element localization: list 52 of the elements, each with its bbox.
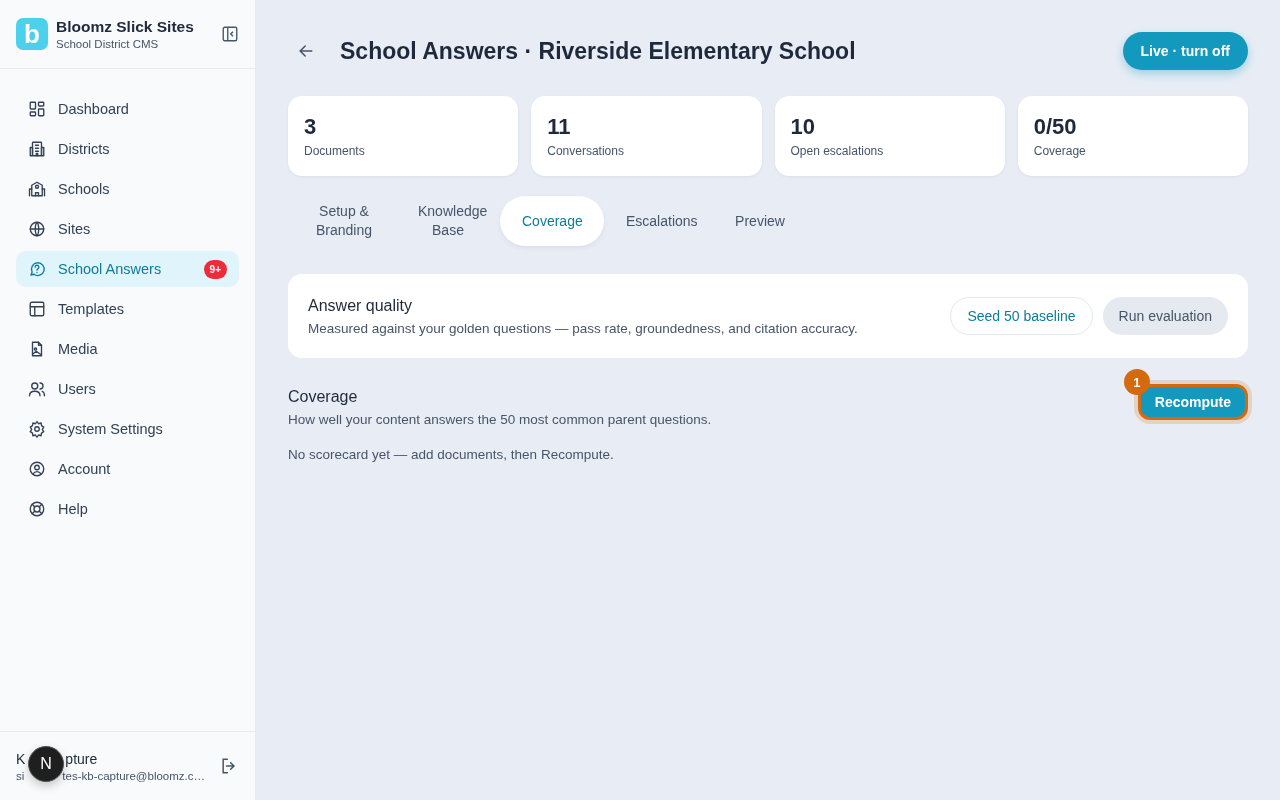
brand-name: Bloomz Slick Sites xyxy=(56,18,195,36)
nav-item[interactable]: Account xyxy=(16,451,239,487)
card-description: Measured against your golden questions — pass rate, groundedness, and citation accuracy. xyxy=(308,320,859,336)
nav-item[interactable]: Help xyxy=(16,491,239,527)
count-badge: 9+ xyxy=(203,259,227,279)
nav-item[interactable]: School Answers 9+ xyxy=(16,251,239,287)
section-title: Coverage xyxy=(288,388,359,406)
tab[interactable]: Escalations xyxy=(604,196,708,246)
card-title: Answer quality xyxy=(308,296,414,315)
lifebuoy-icon xyxy=(28,500,46,518)
stat-value: 3 xyxy=(304,114,318,140)
stat-value: 0/50 xyxy=(1033,114,1078,140)
user-circle-icon xyxy=(28,460,46,478)
building-icon xyxy=(28,140,46,158)
grid-icon xyxy=(28,100,46,118)
evaluation-button[interactable]: Run evaluation xyxy=(1102,297,1228,335)
stat-label: Open escalations xyxy=(790,144,885,158)
annotation-marker: 1 xyxy=(1123,369,1150,395)
user-name: K xyxy=(16,750,26,767)
nav-item[interactable]: Schools xyxy=(16,171,239,207)
nav-item[interactable]: Sites xyxy=(16,211,239,247)
nav-item[interactable]: Dashboard xyxy=(16,91,239,127)
stat-label: Coverage xyxy=(1033,144,1087,158)
stat-value: 11 xyxy=(547,114,572,140)
nav-item[interactable]: Templates xyxy=(16,291,239,327)
globe-icon xyxy=(28,220,46,238)
brand-logo: b xyxy=(16,18,48,50)
user-email: tes-kb-capture@bloomz.c… xyxy=(62,769,205,782)
tab[interactable]: Setup & Branding xyxy=(292,196,396,246)
user-email: si xyxy=(16,769,25,782)
tab[interactable]: Coverage xyxy=(500,196,604,246)
nav-item[interactable]: Districts xyxy=(16,131,239,167)
tab[interactable]: Preview xyxy=(708,196,812,246)
stat-label: Conversations xyxy=(547,144,625,158)
stat-value: 10 xyxy=(790,114,816,140)
brand-subtitle: School District CMS xyxy=(56,38,160,50)
page-title: School Answers · Riverside Elementary School xyxy=(340,37,857,65)
user-name: pture xyxy=(65,750,98,767)
stat-label: Documents xyxy=(304,144,366,158)
section-description: How well your content answers the 50 most common parent questions. xyxy=(288,412,713,427)
users-icon xyxy=(28,380,46,398)
empty-state-text: No scorecard yet — add documents, then Recompute. xyxy=(288,447,615,462)
settings-icon xyxy=(28,420,46,438)
question-chat-icon xyxy=(28,260,46,278)
nav-item[interactable]: Users xyxy=(16,371,239,407)
layout-icon xyxy=(28,300,46,318)
sidebar-collapse-icon[interactable] xyxy=(221,25,239,43)
nav-item[interactable]: Media xyxy=(16,331,239,367)
tab[interactable]: Knowledge Base xyxy=(396,196,500,246)
seed-button[interactable]: Seed 50 baseline xyxy=(950,297,1093,335)
nav-item[interactable]: System Settings xyxy=(16,411,239,447)
school-icon xyxy=(28,180,46,198)
